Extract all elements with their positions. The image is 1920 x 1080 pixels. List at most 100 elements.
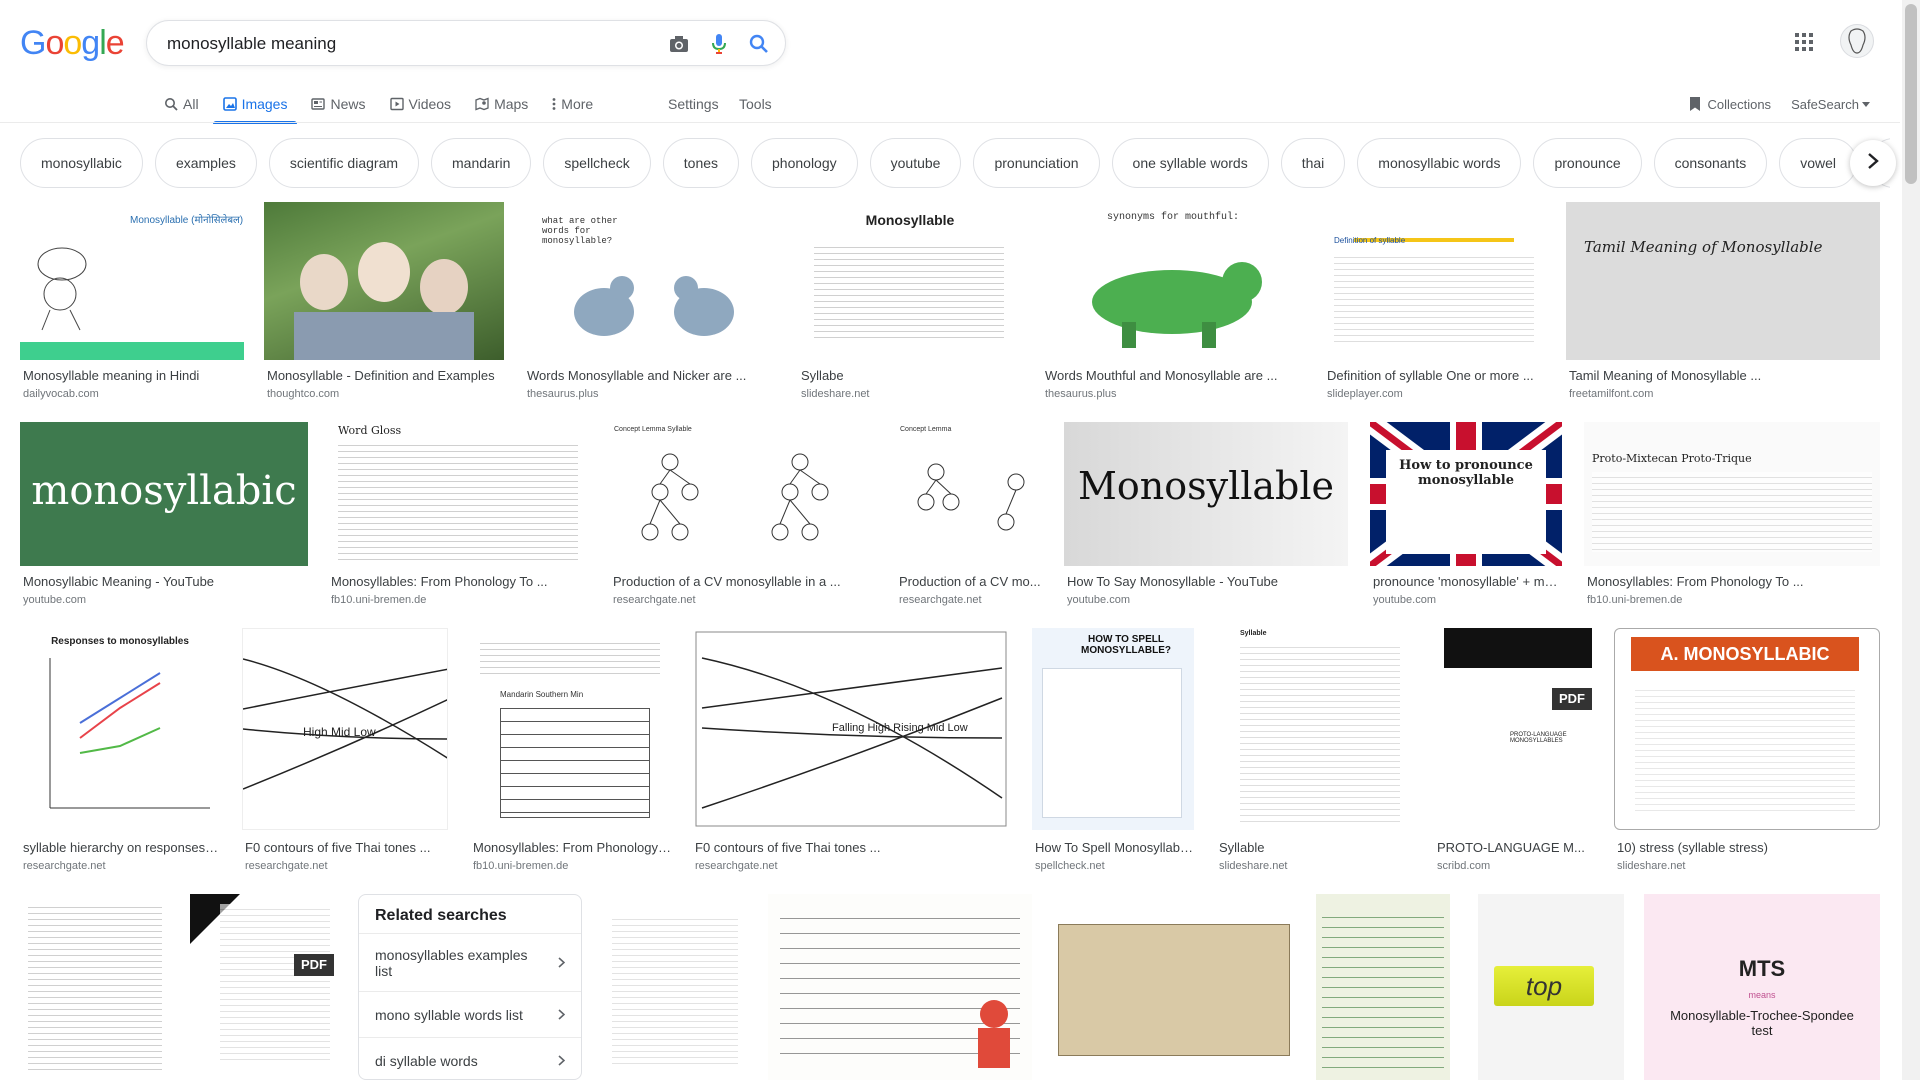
page-scrollbar[interactable]	[1902, 0, 1920, 1080]
result-site[interactable]: thoughtco.com	[267, 388, 339, 400]
search-box[interactable]	[146, 20, 786, 66]
thumb-caption: Tamil Meaning of Monosyllable	[1584, 238, 1823, 256]
result-title[interactable]: Tamil Meaning of Monosyllable ...	[1569, 368, 1879, 383]
result-title[interactable]: Monosyllables: From Phonology To ...	[1587, 574, 1879, 589]
result-title[interactable]: PROTO-LANGUAGE M...	[1437, 840, 1591, 855]
chip[interactable]: consonants	[1653, 138, 1768, 188]
pdf-badge: PDF	[294, 954, 334, 976]
pdf-badge: PDF	[1552, 688, 1592, 710]
result-title[interactable]: Words Monosyllable and Nicker are ...	[527, 368, 777, 383]
result-title[interactable]: Syllable	[1219, 840, 1411, 855]
result-title[interactable]: Monosyllable - Definition and Examples	[267, 368, 503, 383]
result-thumbnail	[768, 894, 1032, 1080]
tab-images[interactable]: Images	[212, 86, 298, 124]
chip[interactable]: examples	[154, 138, 257, 188]
result-title[interactable]: How To Say Monosyllable - YouTube	[1067, 574, 1347, 589]
tools-link[interactable]: Tools	[739, 86, 772, 122]
collections-link[interactable]: Collections	[1689, 96, 1771, 112]
result-title[interactable]: F0 contours of five Thai tones ...	[695, 840, 1009, 855]
result-site[interactable]: researchgate.net	[695, 860, 778, 872]
result-title[interactable]: Monosyllable meaning in Hindi	[23, 368, 243, 383]
chip[interactable]: vowel	[1779, 138, 1858, 188]
result-site[interactable]: fb10.uni-bremen.de	[331, 594, 426, 606]
chip[interactable]: pronounce	[1533, 138, 1642, 188]
related-item[interactable]: monosyllables examples list	[359, 933, 581, 991]
safesearch-dropdown[interactable]: SafeSearch	[1791, 97, 1870, 112]
chip[interactable]: scientific diagram	[268, 138, 420, 188]
result-thumbnail: PDF PROTO-LANGUAGE MONOSYLLABLES	[1434, 628, 1592, 830]
result-site[interactable]: thesaurus.plus	[527, 388, 599, 400]
result-site[interactable]: researchgate.net	[613, 594, 696, 606]
result-site[interactable]: youtube.com	[23, 594, 86, 606]
result-site[interactable]: slideshare.net	[1219, 860, 1288, 872]
result-site[interactable]: youtube.com	[1067, 594, 1130, 606]
result-site[interactable]: researchgate.net	[23, 860, 106, 872]
result-site[interactable]: slideshare.net	[1617, 860, 1686, 872]
tab-videos[interactable]: Videos	[389, 86, 451, 122]
related-item[interactable]: di syllable words	[359, 1037, 581, 1079]
result-site[interactable]: slideplayer.com	[1327, 388, 1403, 400]
tab-label: All	[183, 96, 199, 112]
result-site[interactable]: thesaurus.plus	[1045, 388, 1117, 400]
result-site[interactable]: scribd.com	[1437, 860, 1490, 872]
result-title[interactable]: Monosyllabic Meaning - YouTube	[23, 574, 307, 589]
result-title[interactable]: 10) stress (syllable stress)	[1617, 840, 1879, 855]
chip[interactable]: monosyllabic	[20, 138, 143, 188]
result-title[interactable]: F0 contours of five Thai tones ...	[245, 840, 447, 855]
result-site[interactable]: dailyvocab.com	[23, 388, 99, 400]
search-input[interactable]	[167, 31, 647, 57]
thumb-caption: Syllable	[1240, 630, 1267, 637]
result-site[interactable]: freetamilfont.com	[1569, 388, 1653, 400]
result-site[interactable]: fb10.uni-bremen.de	[473, 860, 568, 872]
settings-link[interactable]: Settings	[668, 86, 719, 122]
result-title[interactable]: Monosyllables: From Phonology ...	[473, 840, 671, 855]
chip[interactable]: youtube	[869, 138, 962, 188]
tab-maps[interactable]: Maps	[475, 86, 528, 122]
result-title[interactable]: Words Mouthful and Monosyllable are ...	[1045, 368, 1303, 383]
chip[interactable]: phonology	[751, 138, 858, 188]
tab-label: News	[330, 96, 366, 112]
chip[interactable]: pronunciation	[973, 138, 1100, 188]
related-item[interactable]: mono syllable words list	[359, 991, 581, 1037]
result-thumbnail: PDF	[190, 894, 338, 1080]
result-title[interactable]: Monosyllables: From Phonology To ...	[331, 574, 589, 589]
result-site[interactable]: fb10.uni-bremen.de	[1587, 594, 1682, 606]
chip[interactable]: mandarin	[431, 138, 532, 188]
result-title[interactable]: pronounce 'monosyllable' + me...	[1373, 574, 1561, 589]
result-site[interactable]: researchgate.net	[899, 594, 982, 606]
camera-icon[interactable]	[667, 32, 691, 56]
result-title[interactable]: Production of a CV mo...	[899, 574, 1043, 589]
google-logo[interactable]: Google	[20, 24, 125, 63]
thumb-caption: Responses to monosyllables	[51, 636, 189, 647]
settings-label: Settings	[668, 96, 719, 112]
microphone-icon[interactable]	[707, 32, 731, 56]
apps-grid-icon[interactable]	[1794, 32, 1818, 56]
refinement-chips: monosyllabic examples scientific diagram…	[20, 138, 1890, 188]
result-site[interactable]: researchgate.net	[245, 860, 328, 872]
tab-more[interactable]: More	[552, 86, 593, 122]
result-title[interactable]: syllable hierarchy on responses ...	[23, 840, 219, 855]
result-title[interactable]: How To Spell Monosyllabl...	[1035, 840, 1193, 855]
result-title[interactable]: Production of a CV monosyllable in a ...	[613, 574, 877, 589]
chip[interactable]: thai	[1280, 138, 1346, 188]
account-avatar[interactable]	[1840, 24, 1874, 58]
chips-next-button[interactable]	[1850, 140, 1896, 186]
result-thumbnail: High Mid Low	[242, 628, 448, 830]
chip[interactable]: one syllable words	[1111, 138, 1269, 188]
scrollbar-thumb[interactable]	[1905, 4, 1917, 184]
result-site[interactable]: slideshare.net	[801, 388, 870, 400]
result-site[interactable]: spellcheck.net	[1035, 860, 1105, 872]
thumb-caption: High Mid Low	[303, 725, 376, 739]
chip[interactable]: spellcheck	[543, 138, 651, 188]
result-thumbnail: Word Gloss	[328, 422, 590, 566]
chip[interactable]: monosyllabic words	[1357, 138, 1522, 188]
chip[interactable]: tones	[662, 138, 740, 188]
result-title[interactable]: Definition of syllable One or more ...	[1327, 368, 1545, 383]
result-title[interactable]: Syllabe	[801, 368, 1021, 383]
chevron-right-icon	[558, 1007, 566, 1023]
tab-news[interactable]: News	[311, 86, 366, 122]
thumb-caption: MTS	[1738, 956, 1786, 981]
search-icon[interactable]	[747, 32, 771, 56]
tab-all[interactable]: All	[164, 86, 199, 122]
result-site[interactable]: youtube.com	[1373, 594, 1436, 606]
